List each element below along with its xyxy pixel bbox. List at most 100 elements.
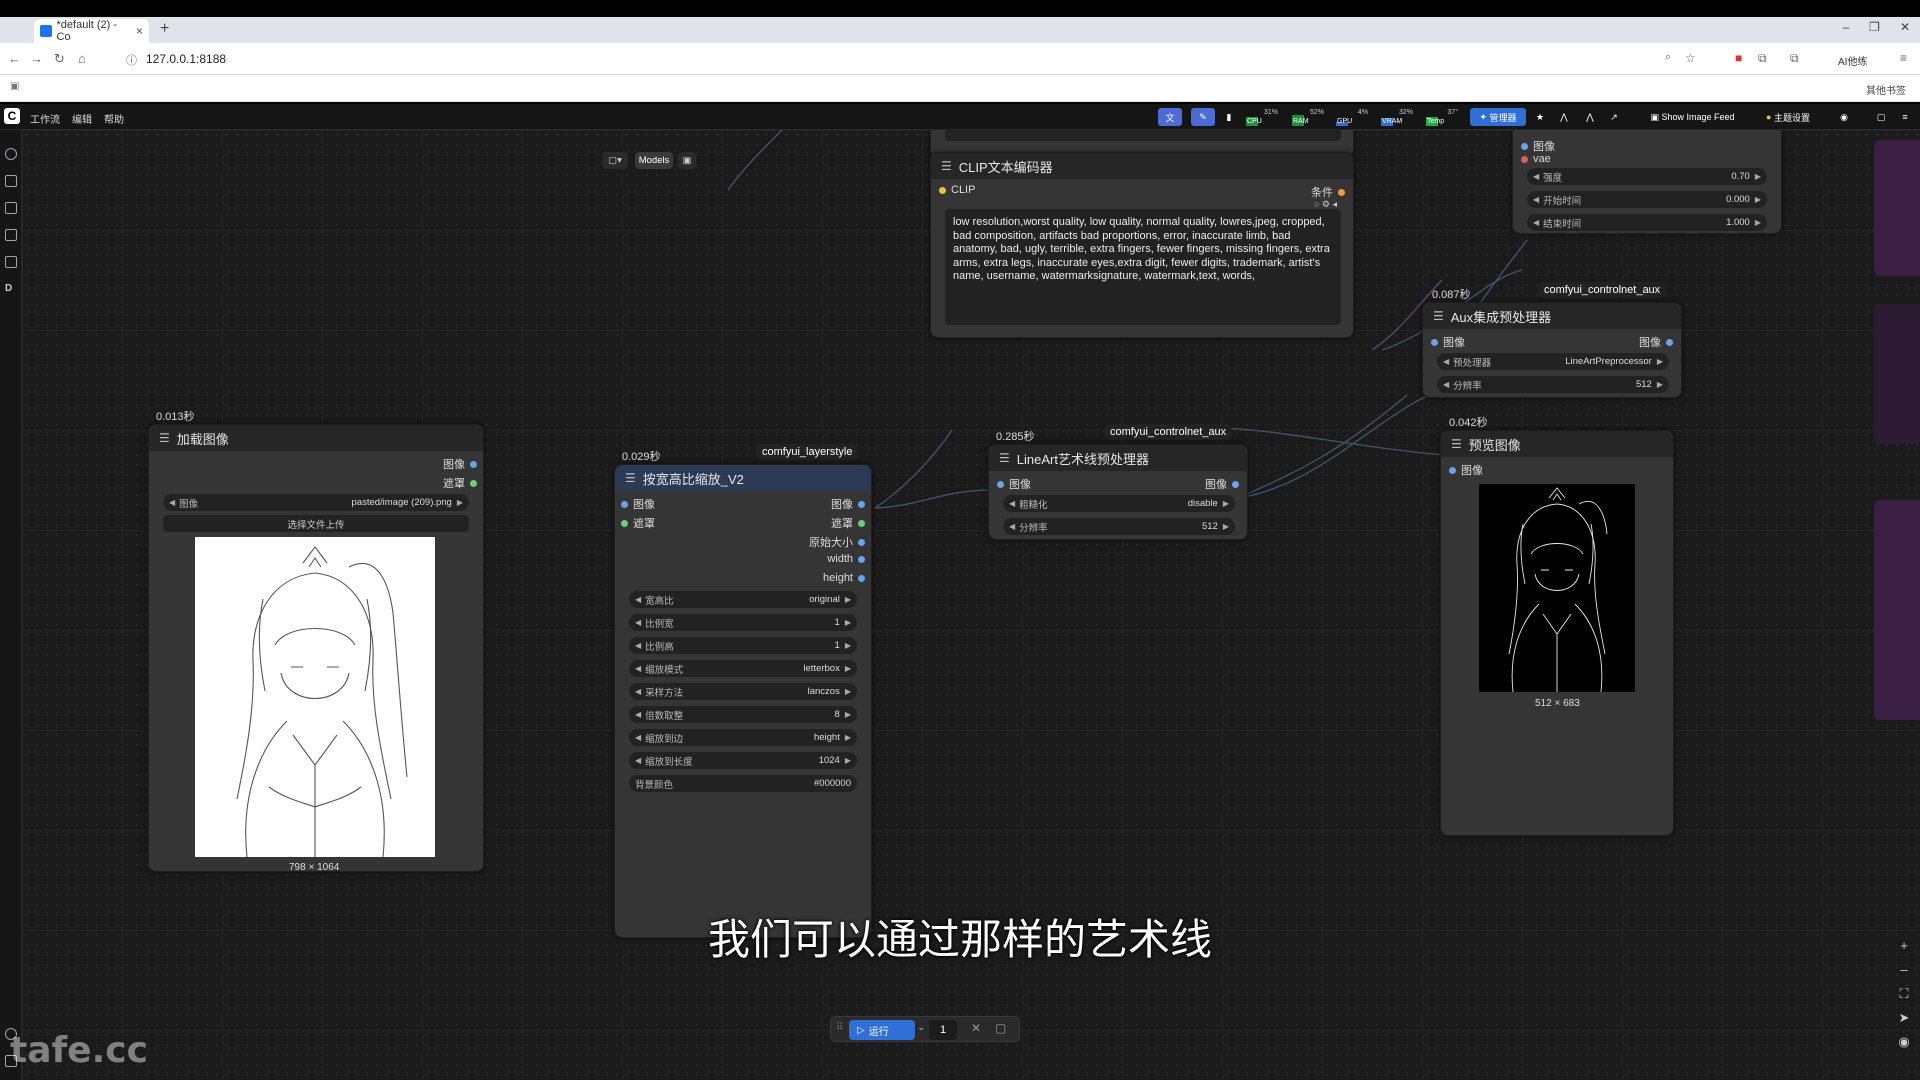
- url-field[interactable]: 127.0.0.1:8188: [146, 52, 226, 66]
- other-bookmarks[interactable]: 其他书签: [1866, 82, 1906, 97]
- node-title[interactable]: ☰ Aux集成预处理器: [1423, 303, 1681, 329]
- output-image[interactable]: 图像: [443, 456, 477, 472]
- pin-tool-icon[interactable]: ⋀: [1557, 108, 1571, 126]
- node-resize-by-aspect-ratio[interactable]: ☰ 按宽高比缩放_V2 图像 遮罩 图像 遮罩 原始大小 width heigh…: [614, 464, 872, 938]
- zoom-icon[interactable]: ⌕: [1665, 51, 1671, 64]
- node-preview-image[interactable]: ☰ 预览图像 图像 512 × 683: [1440, 430, 1674, 836]
- widget-strength[interactable]: ◀ 强度 0.70 ▶: [1527, 168, 1767, 185]
- node-title[interactable]: ☰ 按宽高比缩放_V2: [615, 465, 871, 491]
- pen-tool-button[interactable]: ✎: [1191, 108, 1215, 126]
- output-height[interactable]: height: [823, 572, 865, 584]
- star-icon[interactable]: ☆: [1685, 51, 1696, 65]
- menu-workflow[interactable]: 工作流: [30, 111, 60, 126]
- upload-file-button[interactable]: 选择文件上传: [163, 515, 469, 532]
- select-mode-icon[interactable]: ➤: [1896, 1010, 1912, 1026]
- extension-icon[interactable]: ■: [1735, 51, 1742, 65]
- input-image[interactable]: 图像: [1521, 138, 1555, 154]
- menu-icon[interactable]: ≡: [1900, 51, 1907, 65]
- widget-scale-to-length[interactable]: ◀ 缩放到长度 1024 ▶: [629, 752, 857, 769]
- output-image[interactable]: 图像: [1639, 334, 1673, 350]
- node-title[interactable]: ☰ LineArt艺术线预处理器: [989, 445, 1247, 471]
- prompt-textarea[interactable]: low resolution,worst quality, low qualit…: [945, 209, 1341, 325]
- node-title[interactable]: ☰ 预览图像: [1441, 431, 1673, 457]
- manager-button[interactable]: ✦ 管理器: [1470, 108, 1526, 126]
- theme-settings-button[interactable]: ● 主题设置: [1760, 108, 1816, 126]
- output-mask[interactable]: 遮罩: [443, 475, 477, 491]
- node-load-image[interactable]: ☰ 加载图像 图像 遮罩 ◀ 图像 pasted/image (209).png ▶ …: [148, 424, 484, 873]
- visibility-icon[interactable]: ◉: [1896, 1034, 1912, 1050]
- output-width[interactable]: width: [827, 553, 865, 565]
- folder-icon[interactable]: ▢▾: [602, 152, 628, 169]
- reload-icon[interactable]: ↻: [54, 51, 65, 67]
- extensions-puzzle-icon[interactable]: ⧉: [1758, 51, 1767, 66]
- comfy-logo-icon[interactable]: C: [4, 108, 20, 124]
- apps-icon[interactable]: ▣: [10, 81, 19, 92]
- user-avatar-icon[interactable]: ◉: [1836, 108, 1852, 126]
- image-feed-button[interactable]: ▣ Show Image Feed: [1640, 108, 1745, 126]
- history-icon[interactable]: [5, 148, 17, 160]
- input-image[interactable]: 图像: [621, 496, 655, 512]
- restore-icon[interactable]: ❐: [1869, 20, 1880, 34]
- bookmark-icon[interactable]: ▮: [1222, 108, 1236, 126]
- save-icon[interactable]: ▣: [678, 152, 696, 169]
- cancel-icon[interactable]: ✕: [971, 1021, 981, 1035]
- node-lineart-preprocessor[interactable]: ☰ LineArt艺术线预处理器 图像 图像 ◀ 粗糙化 disable ▶ ◀ 分辨率…: [988, 444, 1248, 540]
- node-menu-icon[interactable]: ☰: [1433, 309, 1444, 323]
- widget-end-percent[interactable]: ◀ 结束时间 1.000 ▶: [1527, 214, 1767, 231]
- widget-sampling-method[interactable]: ◀ 采样方法 lanczos ▶: [629, 683, 857, 700]
- widget-fit-mode[interactable]: ◀ 缩放模式 letterbox ▶: [629, 660, 857, 677]
- fit-view-icon[interactable]: ⛶: [1896, 986, 1912, 1002]
- drag-handle-icon[interactable]: ⠿: [836, 1022, 843, 1033]
- node-menu-icon[interactable]: ☰: [1451, 437, 1462, 451]
- translate-icon[interactable]: ⧉: [1790, 51, 1799, 66]
- browser-tab[interactable]: *default (2) - Co ×: [34, 19, 149, 43]
- partial-group[interactable]: [1874, 500, 1920, 720]
- input-image[interactable]: 图像: [1431, 334, 1465, 350]
- output-original-size[interactable]: 原始大小: [809, 534, 865, 550]
- output-mask[interactable]: 遮罩: [831, 515, 865, 531]
- node-menu-icon[interactable]: ☰: [625, 471, 636, 485]
- input-image[interactable]: 图像: [1449, 462, 1483, 478]
- forward-icon[interactable]: →: [30, 51, 43, 66]
- partial-group[interactable]: [1874, 140, 1920, 276]
- close-window-icon[interactable]: ✕: [1900, 20, 1910, 34]
- node-menu-icon[interactable]: ☰: [159, 431, 170, 445]
- node-clip-text-encode[interactable]: ☰ CLIP文本编码器 CLIP 条件 ○ ⚙ ◂ low resolution…: [930, 152, 1354, 338]
- workflows-icon[interactable]: [5, 256, 17, 268]
- batch-count-input[interactable]: 1: [929, 1020, 957, 1040]
- widget-coarse[interactable]: ◀ 粗糙化 disable ▶: [1003, 495, 1235, 512]
- output-image[interactable]: 图像: [831, 496, 865, 512]
- node-title[interactable]: ☰ CLIP文本编码器: [931, 153, 1353, 179]
- home-icon[interactable]: ⌂: [78, 51, 86, 66]
- model-library-icon[interactable]: [5, 229, 17, 241]
- input-clip[interactable]: CLIP: [939, 184, 975, 196]
- input-mask[interactable]: 遮罩: [621, 515, 655, 531]
- output-conditioning[interactable]: 条件: [1311, 184, 1345, 200]
- node-aux-preprocessor[interactable]: ☰ Aux集成预处理器 图像 图像 ◀ 预处理器 LineArtPreprocess…: [1422, 302, 1682, 398]
- run-options-chevron-icon[interactable]: ⌄: [917, 1022, 925, 1033]
- ai-label[interactable]: AI他练: [1838, 53, 1867, 68]
- node-menu-icon[interactable]: ☰: [941, 159, 952, 173]
- widget-resolution[interactable]: ◀ 分辨率 512 ▶: [1437, 376, 1669, 393]
- run-button[interactable]: ▷ 运行: [849, 1020, 915, 1040]
- node-title[interactable]: ☰ 加载图像: [149, 425, 483, 451]
- forward-arrow-icon[interactable]: ↗: [1607, 108, 1621, 126]
- plugin-icon[interactable]: D: [5, 283, 17, 295]
- widget-proportional-height[interactable]: ◀ 比例高 1 ▶: [629, 637, 857, 654]
- share-tool-icon[interactable]: ⋀: [1583, 108, 1597, 126]
- site-info-icon[interactable]: ⓘ: [126, 52, 137, 68]
- new-tab-button[interactable]: +: [160, 20, 169, 38]
- node-controlnet-apply[interactable]: 图像 vae ◀ 强度 0.70 ▶ ◀ 开始时间 0.000 ▶ ◀ 结束时间 1.000 ▶: [1512, 130, 1782, 234]
- widget-scale-to-side[interactable]: ◀ 缩放到边 height ▶: [629, 729, 857, 746]
- widget-start-percent[interactable]: ◀ 开始时间 0.000 ▶: [1527, 191, 1767, 208]
- widget-round-to-multiple[interactable]: ◀ 倍数取整 8 ▶: [629, 706, 857, 723]
- close-tab-icon[interactable]: ×: [136, 24, 143, 38]
- widget-preprocessor[interactable]: ◀ 预处理器 LineArtPreprocessor ▶: [1437, 353, 1669, 370]
- node-library-icon[interactable]: [5, 202, 17, 214]
- star-tool-icon[interactable]: ★: [1533, 108, 1547, 126]
- models-button[interactable]: Models: [635, 152, 673, 169]
- input-vae[interactable]: vae: [1521, 153, 1551, 165]
- minimize-icon[interactable]: –: [1842, 20, 1849, 34]
- stop-icon[interactable]: ▢: [995, 1021, 1006, 1035]
- hamburger-menu-icon[interactable]: ≡: [1898, 108, 1912, 126]
